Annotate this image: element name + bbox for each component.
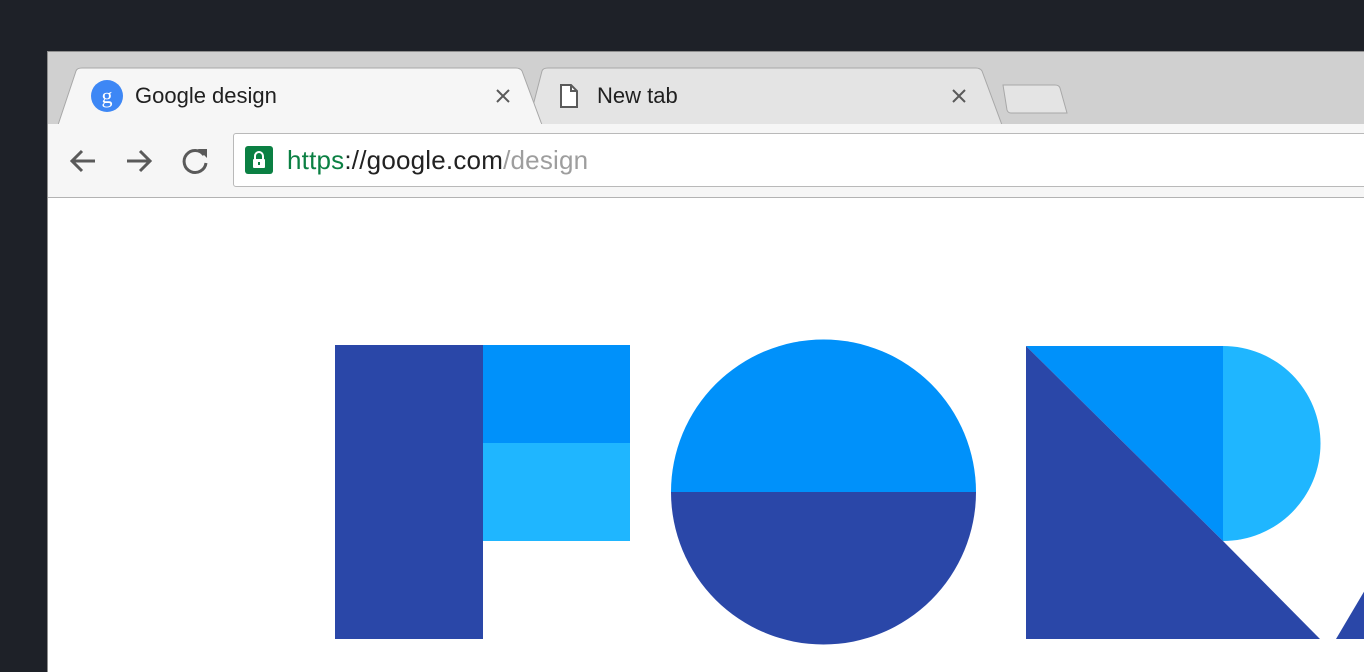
arrow-left-icon[interactable] [63,141,103,181]
tab-title: Google design [135,82,277,108]
url-text: https://google.com/design [287,145,588,176]
letter-r-shape [1026,346,1321,639]
url-separator: :// [344,144,367,175]
reload-icon[interactable] [175,141,215,181]
arrow-right-icon[interactable] [119,141,159,181]
url-path: /design [503,144,589,175]
close-tab-icon[interactable] [490,83,516,109]
url-host: google.com [366,144,504,175]
hero-graphic [335,339,1364,645]
page-icon [553,80,585,112]
close-tab-icon[interactable] [946,83,972,109]
lock-icon[interactable] [245,146,273,174]
google-g-icon: g [91,79,123,112]
tab-google-design[interactable]: g Google design [91,67,531,124]
new-tab-icon[interactable] [1001,83,1069,115]
letter-f-shape [335,345,630,639]
letter-o-shape [671,339,976,645]
tab-new-tab[interactable]: New tab [553,67,973,124]
tab-strip: g Google design New tab [48,52,1364,126]
address-bar[interactable]: https://google.com/design [233,133,1364,187]
toolbar: https://google.com/design [48,124,1364,198]
page-content [48,198,1364,672]
url-scheme: https [287,144,345,175]
tab-title: New tab [597,82,678,108]
browser-window: g Google design New tab https://google.c… [47,51,1364,672]
svg-text:g: g [102,83,113,108]
letter-a-shape [1336,591,1364,639]
